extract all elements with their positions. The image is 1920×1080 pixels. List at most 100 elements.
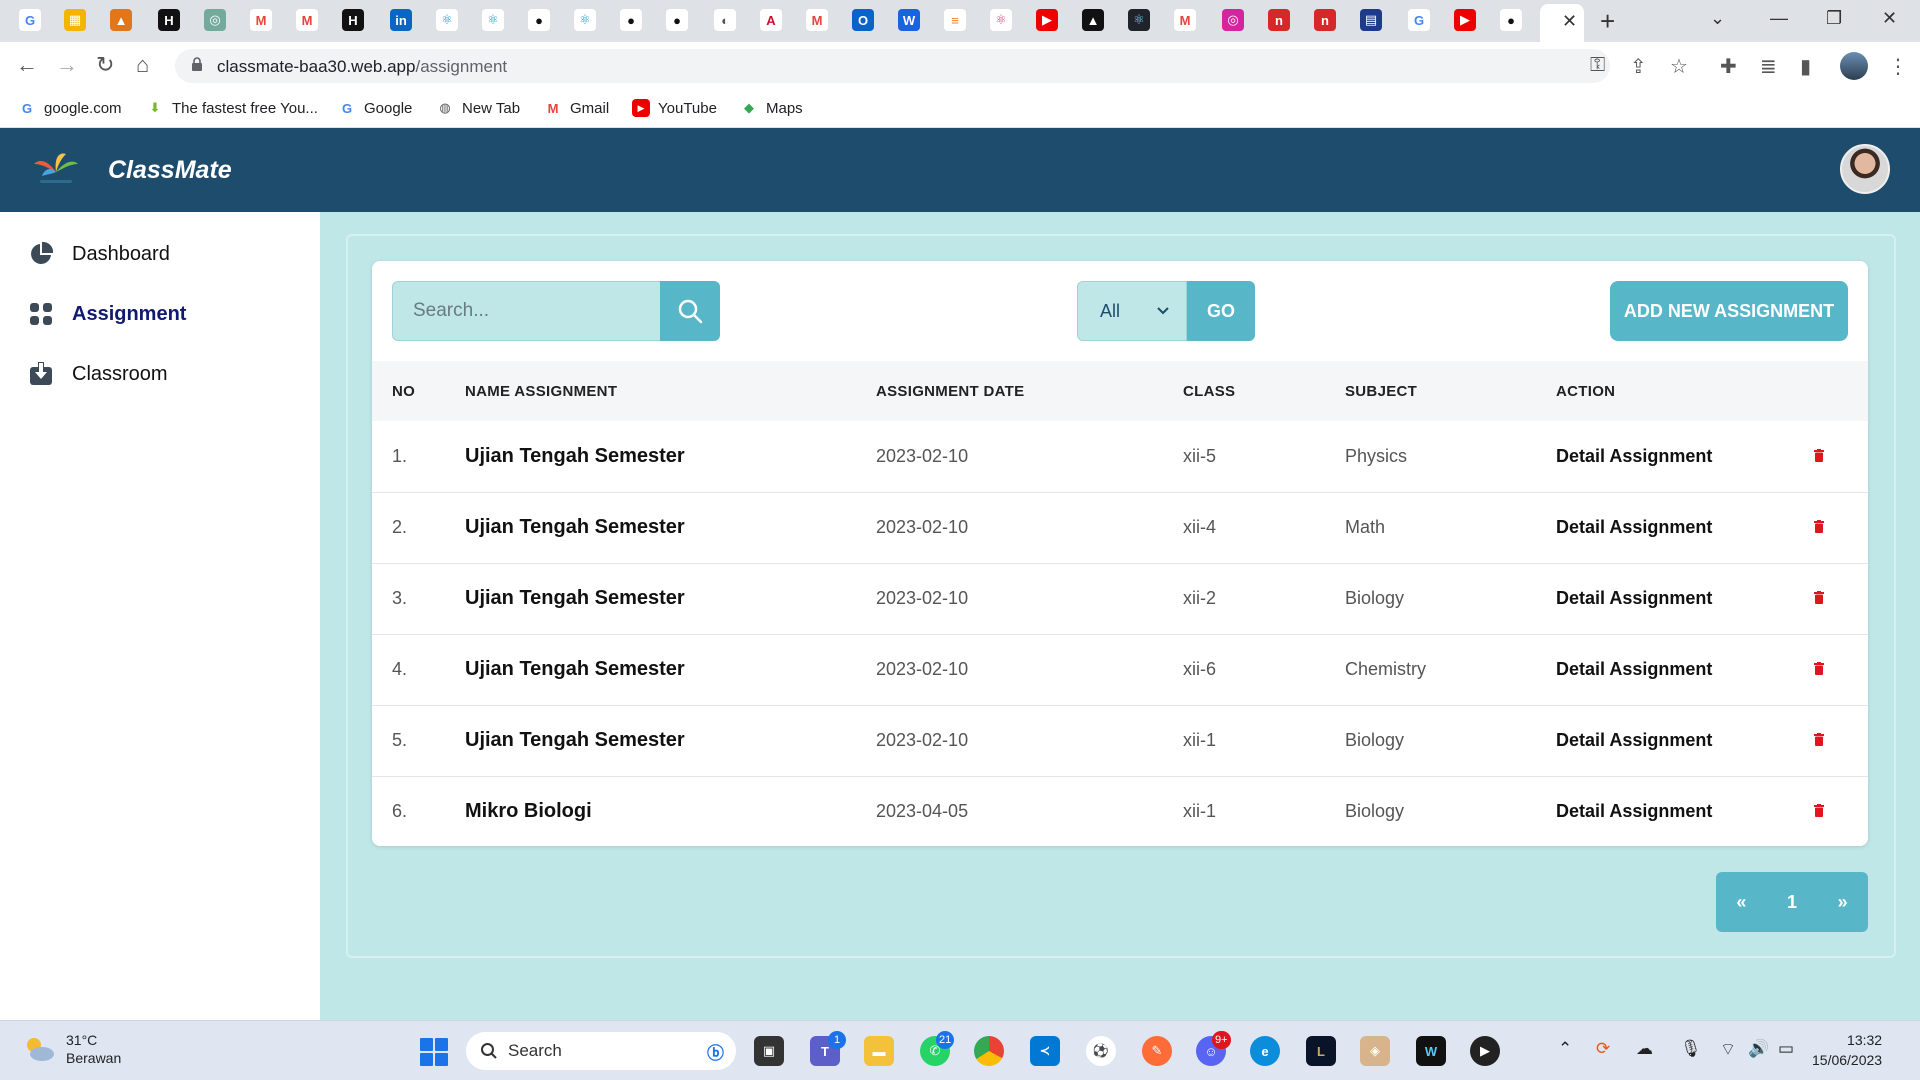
app-brand[interactable]: ClassMate (108, 156, 232, 185)
tab-gmail-icon[interactable]: M (1174, 9, 1196, 31)
trash-icon[interactable] (1814, 804, 1824, 818)
detail-assignment-link[interactable]: Detail Assignment (1556, 588, 1712, 608)
tab-google-icon[interactable]: G (1408, 9, 1430, 31)
tab-webflow-icon[interactable]: W (898, 9, 920, 31)
tab-outlook-icon[interactable]: O (852, 9, 874, 31)
tab-youtube-icon[interactable]: ▶ (1454, 9, 1476, 31)
trash-icon[interactable] (1814, 733, 1824, 746)
tab-favicon-icon[interactable]: n (1314, 9, 1336, 31)
tab-github-icon[interactable]: ● (620, 9, 642, 31)
header-assignment-date[interactable]: ASSIGNMENT DATE (876, 361, 1183, 421)
task-view-icon[interactable]: ▣ (754, 1036, 784, 1066)
bookmark-fastest-free[interactable]: ⬇ The fastest free You... (146, 97, 318, 119)
minimize-icon[interactable]: — (1770, 8, 1788, 29)
detail-assignment-link[interactable]: Detail Assignment (1556, 517, 1712, 537)
tab-react-icon[interactable]: ⚛ (436, 9, 458, 31)
media-player-icon[interactable]: ▶ (1470, 1036, 1500, 1066)
sidepanel-icon[interactable]: ▮ (1800, 54, 1811, 79)
url-field[interactable]: classmate-baa30.web.app/assignment (175, 49, 1610, 83)
detail-assignment-link[interactable]: Detail Assignment (1556, 730, 1712, 750)
tab-hackerrank-icon[interactable]: H (158, 9, 180, 31)
onedrive-icon[interactable]: ☁ (1636, 1039, 1653, 1059)
user-avatar[interactable] (1840, 144, 1890, 194)
volume-icon[interactable]: 🔊 (1748, 1039, 1769, 1059)
page-number-button[interactable]: 1 (1779, 892, 1805, 913)
tab-favicon-icon[interactable]: ▤ (1360, 9, 1382, 31)
soccer-app-icon[interactable]: ⚽ (1086, 1036, 1116, 1066)
classmate-logo-icon[interactable] (30, 150, 82, 190)
header-no[interactable]: NO (372, 361, 465, 421)
bookmark-maps[interactable]: ◆ Maps (740, 97, 803, 119)
forward-icon[interactable]: → (56, 52, 78, 78)
tab-globe-icon[interactable]: ◐ (714, 9, 736, 31)
tab-chatgpt-icon[interactable]: ◎ (204, 9, 226, 31)
key-icon[interactable]: ⚿ (1590, 54, 1605, 77)
sidebar-item-assignment[interactable]: Assignment (28, 299, 186, 329)
new-tab-button[interactable]: + (1600, 6, 1615, 37)
next-page-button[interactable]: » (1830, 892, 1856, 913)
tab-github-icon[interactable]: ● (666, 9, 688, 31)
sidebar-item-classroom[interactable]: Classroom (28, 359, 168, 389)
edge-icon[interactable]: e (1250, 1036, 1280, 1066)
game-app-icon[interactable]: ◈ (1360, 1036, 1390, 1066)
extensions-icon[interactable]: ✚ (1720, 54, 1737, 79)
tab-react-icon[interactable]: ⚛ (990, 9, 1012, 31)
search-button[interactable] (660, 281, 720, 341)
bookmark-gmail[interactable]: M Gmail (544, 97, 610, 119)
class-filter-select[interactable]: All (1077, 281, 1187, 341)
file-explorer-icon[interactable]: ▬ (864, 1036, 894, 1066)
tab-github-icon[interactable]: ● (1500, 9, 1522, 31)
windows-start-icon[interactable] (420, 1038, 448, 1066)
tab-instagram-icon[interactable]: ◎ (1222, 9, 1244, 31)
menu-icon[interactable]: ⋮ (1888, 54, 1908, 79)
star-icon[interactable]: ☆ (1670, 54, 1688, 79)
tab-favicon-icon[interactable]: n (1268, 9, 1290, 31)
tab-google-icon[interactable]: G (19, 9, 41, 31)
trash-icon[interactable] (1814, 448, 1824, 462)
tab-react-icon[interactable]: ⚛ (574, 9, 596, 31)
trash-icon[interactable] (1814, 591, 1824, 604)
active-tab[interactable]: ✕ (1540, 4, 1584, 42)
tab-stackoverflow-icon[interactable]: ≡ (944, 9, 966, 31)
browser-profile-avatar[interactable] (1840, 52, 1868, 80)
vscode-icon[interactable]: ≺ (1030, 1036, 1060, 1066)
postman-icon[interactable]: ✎ (1142, 1036, 1172, 1066)
system-clock[interactable]: 13:32 15/06/2023 (1812, 1030, 1882, 1070)
header-subject[interactable]: SUBJECT (1345, 361, 1556, 421)
home-icon[interactable]: ⌂ (136, 52, 149, 78)
go-button[interactable]: GO (1187, 281, 1255, 341)
tab-github-icon[interactable]: ● (528, 9, 550, 31)
tab-linkedin-icon[interactable]: in (390, 9, 412, 31)
sidebar-item-dashboard[interactable]: Dashboard (28, 239, 170, 269)
tab-gmail-icon[interactable]: M (296, 9, 318, 31)
tab-react-icon[interactable]: ⚛ (482, 9, 504, 31)
detail-assignment-link[interactable]: Detail Assignment (1556, 659, 1712, 679)
share-icon[interactable]: ⇪ (1630, 54, 1647, 79)
tab-favicon-icon[interactable]: ▦ (64, 9, 86, 31)
mic-muted-icon[interactable]: 🎙 (1680, 1039, 1702, 1059)
media-icon[interactable]: ≣ (1760, 54, 1777, 79)
tab-favicon-icon[interactable]: ▲ (1082, 9, 1104, 31)
tab-favicon-icon[interactable]: A (760, 9, 782, 31)
league-icon[interactable]: L (1306, 1036, 1336, 1066)
search-input[interactable] (392, 281, 660, 341)
bookmark-new-tab[interactable]: ◍ New Tab (436, 97, 520, 119)
header-name-assignment[interactable]: NAME ASSIGNMENT (465, 361, 876, 421)
battery-icon[interactable]: ▭ (1778, 1039, 1794, 1059)
tray-expand-icon[interactable]: ⌃ (1558, 1039, 1572, 1059)
prev-page-button[interactable]: « (1728, 892, 1754, 913)
weather-widget[interactable]: 31°C Berawan (22, 1031, 121, 1067)
detail-assignment-link[interactable]: Detail Assignment (1556, 446, 1712, 466)
detail-assignment-link[interactable]: Detail Assignment (1556, 801, 1712, 821)
close-tab-icon[interactable]: ✕ (1562, 11, 1577, 32)
header-class[interactable]: CLASS (1183, 361, 1345, 421)
trash-icon[interactable] (1814, 520, 1824, 533)
tab-search-icon[interactable]: ⌄ (1710, 8, 1725, 29)
bookmark-youtube[interactable]: ▶ YouTube (632, 97, 717, 119)
bookmark-google-com[interactable]: G google.com (18, 97, 122, 119)
tab-youtube-icon[interactable]: ▶ (1036, 9, 1058, 31)
tab-gmail-icon[interactable]: M (806, 9, 828, 31)
trash-icon[interactable] (1814, 662, 1824, 675)
sync-icon[interactable]: ⟳ (1596, 1039, 1610, 1059)
tab-fox-icon[interactable]: ▲ (110, 9, 132, 31)
